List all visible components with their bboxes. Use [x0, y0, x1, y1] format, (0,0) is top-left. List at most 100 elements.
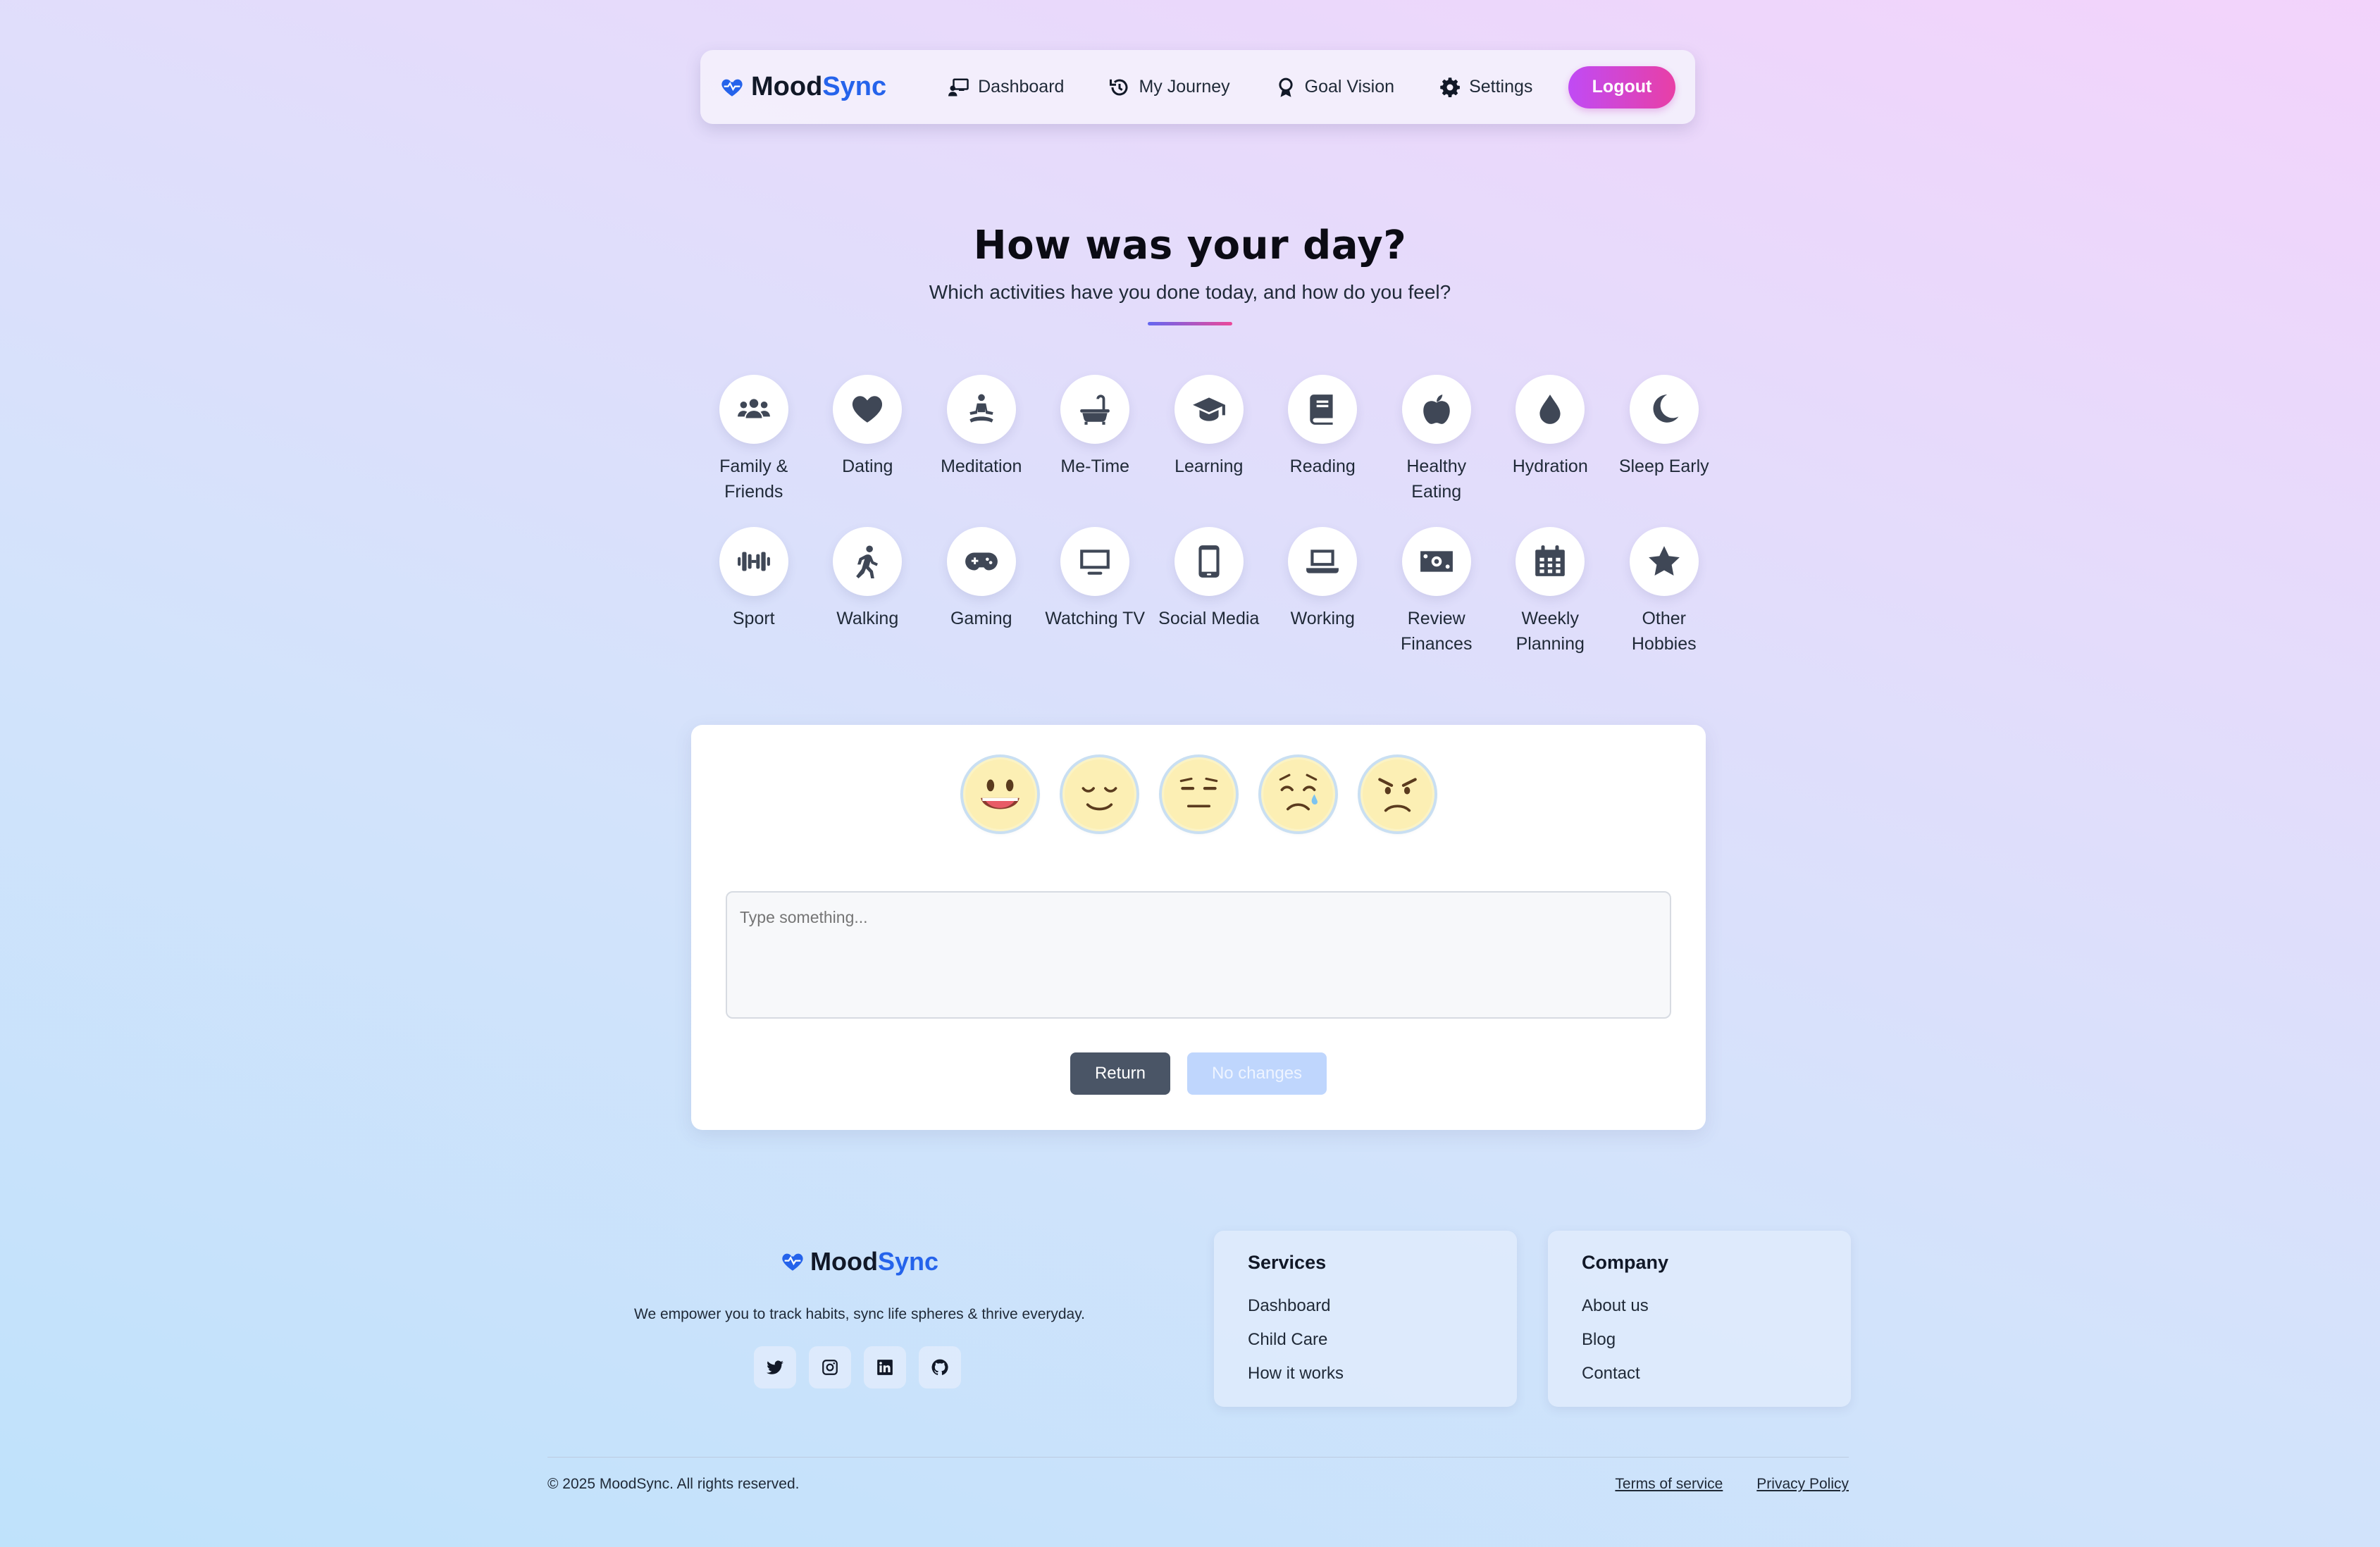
twitter-icon[interactable]	[754, 1346, 796, 1388]
terms-of-service-link[interactable]: Terms of service	[1615, 1476, 1723, 1493]
activity-label: Review Finances	[1401, 609, 1473, 654]
activity-label: Social Media	[1158, 609, 1260, 628]
activity-label: Working	[1290, 609, 1355, 628]
activity-weekly-planning[interactable]: Weekly Planning	[1494, 527, 1608, 657]
nav-settings-label: Settings	[1469, 77, 1533, 97]
activity-label: Meditation	[941, 456, 1022, 476]
footer-link-dashboard[interactable]: Dashboard	[1248, 1289, 1483, 1323]
footer-link-contact[interactable]: Contact	[1582, 1357, 1817, 1391]
instagram-icon[interactable]	[809, 1346, 851, 1388]
nav-dashboard[interactable]: Dashboard	[926, 66, 1086, 108]
award-icon	[1279, 77, 1293, 97]
footer-link-about-us[interactable]: About us	[1582, 1289, 1817, 1323]
github-icon[interactable]	[919, 1346, 961, 1388]
mood-note-input[interactable]	[726, 891, 1671, 1019]
calendar-icon	[1516, 527, 1585, 596]
privacy-policy-link[interactable]: Privacy Policy	[1756, 1476, 1849, 1493]
gamepad-icon	[946, 527, 1016, 596]
activity-me-time[interactable]: Me-Time	[1039, 375, 1153, 504]
activity-review-finances[interactable]: Review Finances	[1380, 527, 1494, 657]
content-emoji-icon[interactable]	[1062, 757, 1136, 831]
activity-grid: Family & Friends Dating Meditation Me-Ti…	[697, 375, 1709, 657]
nav-my-journey-label: My Journey	[1139, 77, 1230, 97]
activity-working[interactable]: Working	[1266, 527, 1380, 657]
activity-learning[interactable]: Learning	[1152, 375, 1266, 504]
footer-link-how-it-works[interactable]: How it works	[1248, 1357, 1483, 1391]
nav-goal-vision-label: Goal Vision	[1304, 77, 1395, 97]
brand-name-part2: Sync	[822, 72, 887, 101]
activity-dating[interactable]: Dating	[811, 375, 925, 504]
logout-button[interactable]: Logout	[1568, 66, 1675, 108]
users-icon	[719, 375, 788, 444]
activity-label: Other Hobbies	[1631, 609, 1697, 654]
title-underline	[1148, 322, 1232, 325]
very-happy-emoji-icon[interactable]	[962, 757, 1037, 831]
activity-meditation[interactable]: Meditation	[924, 375, 1039, 504]
nav-settings[interactable]: Settings	[1417, 66, 1555, 108]
tv-icon	[1060, 527, 1130, 596]
sad-emoji-icon[interactable]	[1260, 757, 1335, 831]
dumbbell-icon	[719, 527, 788, 596]
droplet-icon	[1516, 375, 1585, 444]
footer-brand-logo[interactable]: MoodSync	[634, 1247, 1085, 1276]
laptop-icon	[1288, 527, 1358, 596]
activity-reading[interactable]: Reading	[1266, 375, 1380, 504]
activity-label: Reading	[1289, 456, 1356, 476]
nav-goal-vision[interactable]: Goal Vision	[1253, 66, 1417, 108]
activity-label: Learning	[1174, 456, 1244, 476]
activity-label: Me-Time	[1060, 456, 1130, 476]
activity-label: Gaming	[950, 609, 1012, 628]
page-heading: How was your day? Which activities have …	[0, 223, 2380, 325]
footer-services-title: Services	[1248, 1252, 1327, 1273]
footer-company: Company About us Blog Contact	[1548, 1231, 1851, 1407]
activity-sport[interactable]: Sport	[697, 527, 811, 657]
nav-dashboard-label: Dashboard	[978, 77, 1065, 97]
heart-icon	[833, 375, 903, 444]
mood-selector	[691, 757, 1706, 831]
page-subtitle: Which activities have you done today, an…	[929, 281, 1451, 303]
activity-walking[interactable]: Walking	[811, 527, 925, 657]
activity-label: Hydration	[1512, 456, 1588, 476]
linkedin-icon[interactable]	[864, 1346, 906, 1388]
mobile-icon	[1174, 527, 1244, 596]
activity-watching-tv[interactable]: Watching TV	[1039, 527, 1153, 657]
chalkboard-user-icon	[948, 78, 969, 96]
angry-emoji-icon[interactable]	[1360, 757, 1434, 831]
top-navbar: MoodSync Dashboard My Journey Goal Visio…	[700, 50, 1695, 124]
activity-hydration[interactable]: Hydration	[1494, 375, 1608, 504]
activity-healthy-eating[interactable]: Healthy Eating	[1380, 375, 1494, 504]
activity-sleep-early[interactable]: Sleep Early	[1607, 375, 1721, 504]
save-button[interactable]: No changes	[1187, 1052, 1327, 1095]
copyright-text: © 2025 MoodSync. All rights reserved.	[547, 1476, 800, 1492]
social-links	[754, 1346, 961, 1388]
walking-icon	[833, 527, 903, 596]
apple-icon	[1401, 375, 1471, 444]
heart-pulse-icon	[782, 1253, 803, 1271]
activity-family-friends[interactable]: Family & Friends	[697, 375, 811, 504]
page-title: How was your day?	[973, 223, 1407, 268]
gear-icon	[1440, 77, 1460, 97]
neutral-emoji-icon[interactable]	[1161, 757, 1236, 831]
return-button[interactable]: Return	[1070, 1052, 1170, 1095]
activity-other-hobbies[interactable]: Other Hobbies	[1607, 527, 1721, 657]
activity-gaming[interactable]: Gaming	[924, 527, 1039, 657]
activity-label: Sport	[732, 609, 775, 628]
meditation-icon	[946, 375, 1016, 444]
activity-label: Watching TV	[1045, 609, 1146, 628]
footer-brand-part2: Sync	[877, 1247, 938, 1276]
money-bill-icon	[1401, 527, 1471, 596]
activity-social-media[interactable]: Social Media	[1152, 527, 1266, 657]
footer-link-child-care[interactable]: Child Care	[1248, 1323, 1483, 1357]
brand-logo[interactable]: MoodSync	[720, 72, 886, 102]
legal-links: Terms of service Privacy Policy	[1615, 1476, 1849, 1493]
footer-services: Services Dashboard Child Care How it wor…	[1214, 1231, 1517, 1407]
footer-tagline: We empower you to track habits, sync lif…	[634, 1306, 1085, 1322]
heart-pulse-icon	[721, 79, 743, 97]
book-icon	[1288, 375, 1358, 444]
mood-card: Return No changes	[691, 725, 1706, 1130]
footer-link-blog[interactable]: Blog	[1582, 1323, 1817, 1357]
activity-label: Healthy Eating	[1406, 456, 1467, 502]
brand-name-part1: Mood	[751, 72, 823, 101]
nav-my-journey[interactable]: My Journey	[1086, 66, 1252, 108]
activity-label: Walking	[836, 609, 899, 628]
